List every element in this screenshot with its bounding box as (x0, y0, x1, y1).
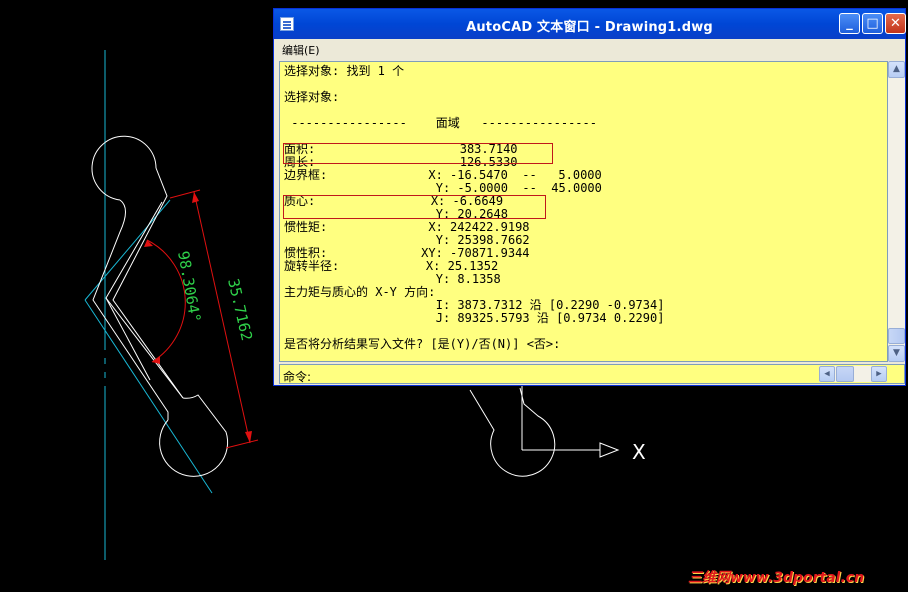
text-history-area[interactable]: 选择对象: 找到 1 个 选择对象: ---------------- 面域 -… (279, 61, 888, 362)
menu-bar: 编辑(E) (274, 39, 905, 59)
outline-left-arm (92, 199, 169, 420)
upper-boss-outline (91, 135, 157, 201)
second-part-outline (469, 387, 556, 477)
scroll-thumb[interactable] (888, 328, 905, 344)
ucs-x-arrow (599, 442, 620, 458)
autocad-text-window[interactable]: AutoCAD 文本窗口 - Drawing1.dwg _ □ ✕ 编辑(E) … (273, 8, 906, 386)
area-highlight-box (283, 143, 553, 164)
minimize-button[interactable]: _ (839, 13, 860, 34)
hscroll-thumb[interactable] (836, 366, 854, 382)
maximize-button[interactable]: □ (862, 13, 883, 34)
watermark: 三维网www.3dportal.cn (688, 570, 865, 586)
dim-extension-bottom (225, 439, 259, 449)
window-title: AutoCAD 文本窗口 - Drawing1.dwg (466, 20, 713, 35)
dim-arrow-top (192, 192, 199, 203)
horizontal-scrollbar[interactable]: ◀ ▶ (819, 366, 887, 382)
vertical-scrollbar[interactable]: ▲ ▼ (888, 61, 905, 362)
linear-dimension-text: 35.7162 (224, 277, 256, 343)
history-line: 选择对象: (284, 90, 340, 104)
center-line-lower (84, 299, 213, 494)
history-line: J: 89325.5793 沿 [0.9734 0.2290] (284, 311, 665, 325)
history-line: 是否将分析结果写入文件? [是(Y)/否(N)] <否>: (284, 337, 561, 351)
ucs-x-label: X (632, 440, 646, 464)
outline-right-arm (112, 167, 184, 399)
scroll-right-arrow-icon[interactable]: ▶ (871, 366, 887, 382)
history-line: 选择对象: 找到 1 个 (284, 64, 405, 78)
command-prompt: 命令: (283, 370, 312, 384)
menu-edit[interactable]: 编辑(E) (282, 42, 320, 58)
scroll-down-arrow-icon[interactable]: ▼ (888, 345, 905, 362)
angle-dimension-text: 98.3064° (174, 250, 204, 324)
outline-inner-2 (105, 297, 184, 399)
dim-arrow-bottom (245, 431, 252, 443)
close-button[interactable]: ✕ (885, 13, 906, 34)
history-line: ---------------- 面域 ---------------- (284, 116, 597, 130)
centroid-highlight-box (283, 195, 546, 219)
scroll-left-arrow-icon[interactable]: ◀ (819, 366, 835, 382)
title-bar[interactable]: AutoCAD 文本窗口 - Drawing1.dwg _ □ ✕ (274, 9, 906, 39)
scroll-up-arrow-icon[interactable]: ▲ (888, 61, 905, 78)
outline-inner (105, 201, 163, 381)
command-line[interactable]: 命令: ◀ ▶ (279, 364, 905, 384)
